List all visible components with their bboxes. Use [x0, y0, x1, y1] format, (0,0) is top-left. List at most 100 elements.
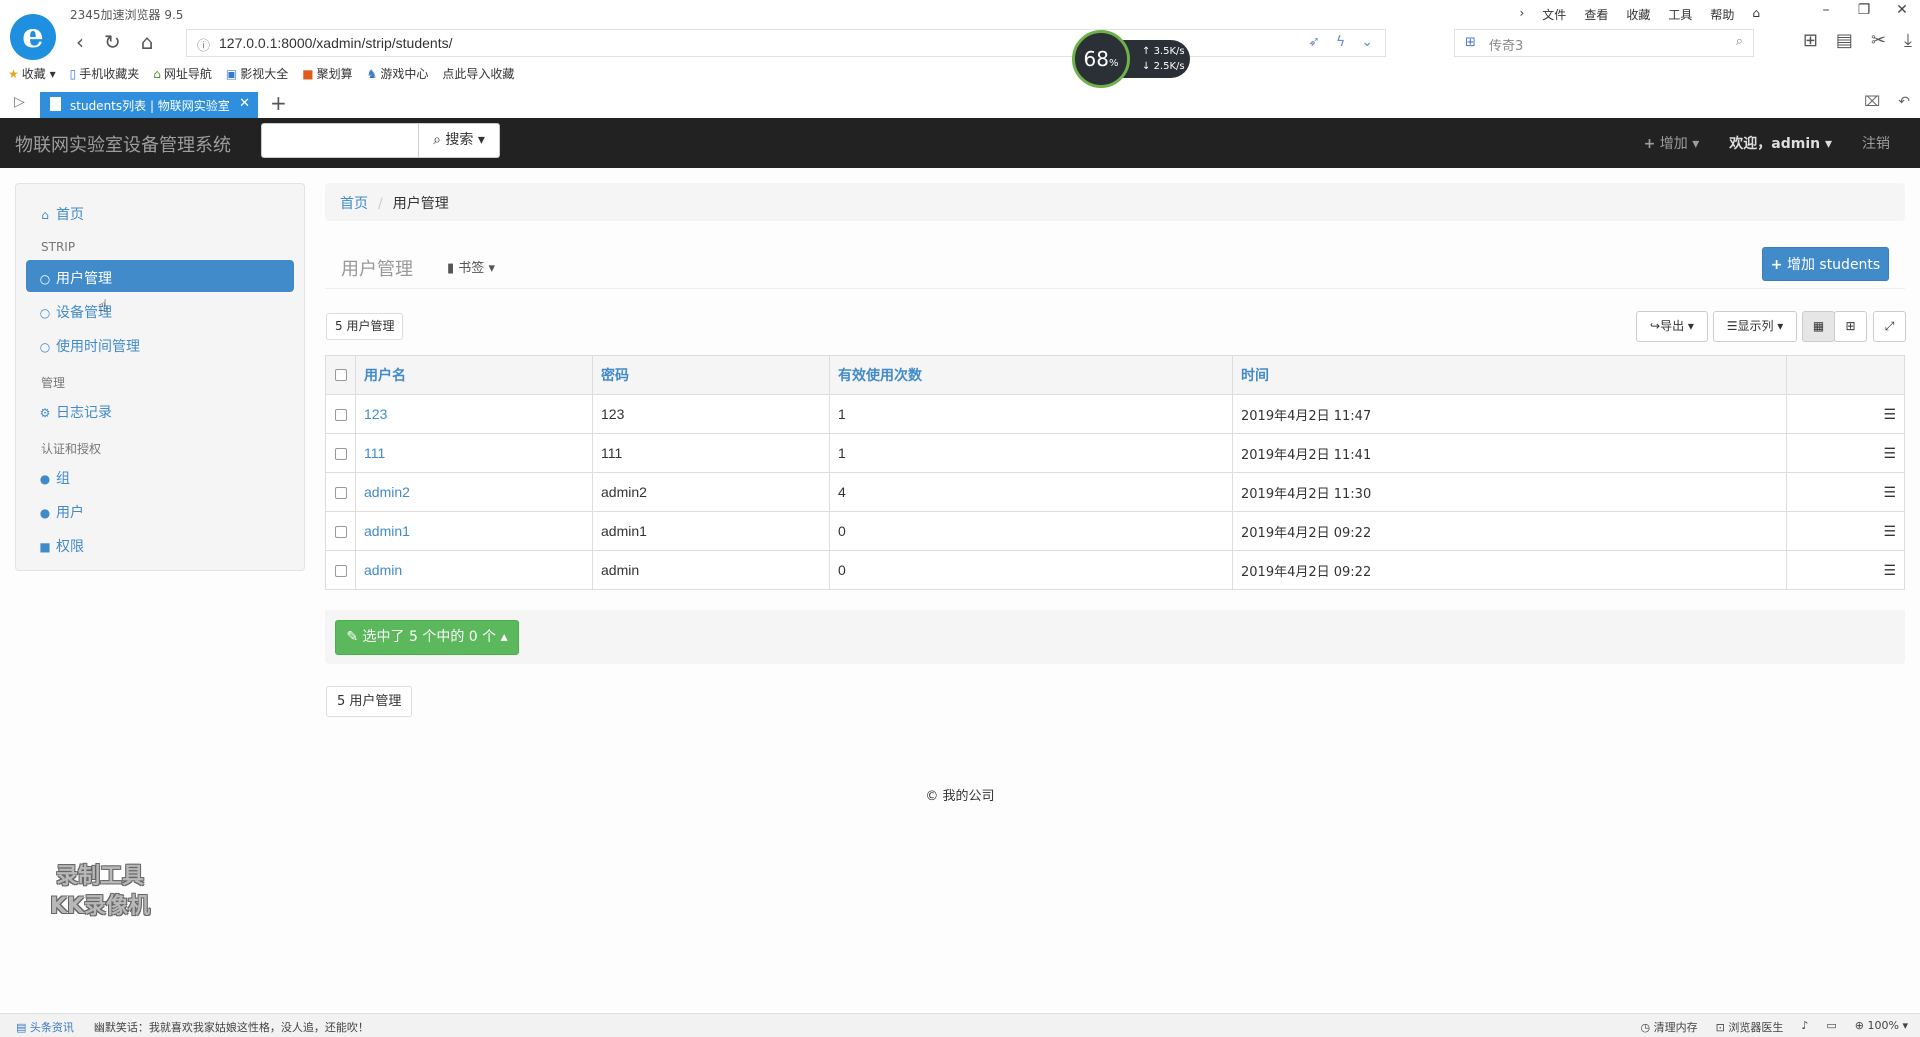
row-checkbox[interactable]	[334, 409, 347, 422]
menu-favorites[interactable]: 收藏	[1626, 6, 1650, 23]
col-password[interactable]: 密码	[592, 355, 830, 395]
network-speed-widget[interactable]: ↑ 3.5K/s ↓ 2.5K/s 68%	[1072, 30, 1192, 88]
menu-tools[interactable]: 工具	[1668, 6, 1692, 23]
menu-help[interactable]: 帮助	[1710, 6, 1734, 23]
clean-memory-button[interactable]: ◷ 清理内存	[1641, 1019, 1698, 1035]
bookmark-juhuasuan[interactable]: ■ 聚划算	[302, 65, 352, 82]
columns-dropdown[interactable]: ☰显示列 ▾	[1713, 311, 1797, 342]
window-controls: – ❐ ✕	[1816, 2, 1912, 18]
search-dropdown-button[interactable]: ⌕ 搜索 ▾	[418, 123, 500, 158]
row-checkbox[interactable]	[334, 526, 347, 539]
global-search-input[interactable]	[261, 123, 419, 158]
row-menu-icon[interactable]: ☰	[1786, 472, 1905, 512]
screenshot-icon[interactable]: ✂	[1871, 30, 1886, 51]
sidebar-toggle-icon[interactable]: ▷	[14, 94, 25, 110]
sidebar-item-usage-time[interactable]: ○ 使用时间管理	[26, 328, 294, 360]
bulk-action-dropdown[interactable]: ✎ 选中了 5 个中的 0 个 ▴	[335, 620, 519, 655]
site-info-icon[interactable]: ⓘ	[197, 35, 210, 54]
sidebar-item-users[interactable]: ○ 用户管理	[26, 260, 294, 292]
row-checkbox[interactable]	[334, 448, 347, 461]
refresh-icon[interactable]: ↻	[104, 30, 121, 54]
bookmark-video[interactable]: ▣ 影视大全	[226, 65, 288, 82]
lightning-icon[interactable]: ϟ	[1336, 34, 1345, 50]
restore-icon[interactable]: ❐	[1854, 2, 1874, 18]
address-url[interactable]: 127.0.0.1:8000/xadmin/strip/students/	[219, 35, 452, 51]
bookmark-nav[interactable]: ⌂ 网址导航	[153, 65, 212, 82]
download-icon[interactable]: ⤓	[1904, 30, 1912, 51]
chevron-down-icon[interactable]: ⌄	[1361, 34, 1373, 50]
speaker-icon[interactable]: ♪	[1801, 1019, 1808, 1035]
grid-view-button[interactable]: ⊞	[1834, 311, 1867, 342]
username-link[interactable]: 123	[364, 406, 387, 422]
row-menu-icon[interactable]: ☰	[1786, 433, 1905, 473]
recorder-watermark: 录制工具 KK录像机	[30, 862, 170, 924]
browser-search-query[interactable]: 传奇3	[1489, 35, 1523, 54]
row-checkbox[interactable]	[334, 565, 347, 578]
screen-icon[interactable]: ▭	[1826, 1019, 1836, 1035]
row-checkbox[interactable]	[334, 487, 347, 500]
apps-icon[interactable]: ⊞	[1803, 30, 1818, 51]
sidebar-item-permissions[interactable]: ■ 权限	[26, 528, 294, 560]
tab-students[interactable]: students列表 | 物联网实验室 ✕	[40, 92, 258, 118]
navbar-right: + 增加 ▾ 欢迎，admin ▾ 注销	[1644, 133, 1890, 153]
password-cell: admin	[592, 550, 830, 590]
fullscreen-button[interactable]: ⤢	[1873, 311, 1906, 342]
sidebar-item-home[interactable]: ⌂ 首页	[26, 196, 294, 228]
row-menu-icon[interactable]: ☰	[1786, 394, 1905, 434]
breadcrumb-home[interactable]: 首页	[340, 196, 368, 212]
zoom-level[interactable]: ⊕ 100% ▾	[1855, 1019, 1908, 1035]
close-window-icon[interactable]: ✕	[1892, 2, 1912, 18]
trash-icon[interactable]: ⌧	[1864, 94, 1880, 110]
bookmark-favorites[interactable]: ★ 收藏 ▾	[8, 65, 56, 82]
sidebar-item-log[interactable]: ⚙ 日志记录	[26, 394, 294, 426]
new-tab-icon[interactable]: +	[270, 91, 287, 115]
search-icon[interactable]: ⌕	[1736, 34, 1743, 49]
menu-file[interactable]: 文件	[1542, 6, 1566, 23]
close-tab-icon[interactable]: ✕	[239, 96, 250, 111]
sidebar-item-user[interactable]: ● 用户	[26, 494, 294, 526]
username-link[interactable]: admin	[364, 562, 402, 578]
add-students-button[interactable]: + 增加 students	[1762, 247, 1889, 281]
uses-cell: 0	[829, 550, 1233, 590]
row-menu-icon[interactable]: ☰	[1786, 550, 1905, 590]
menu-chevron-icon[interactable]: ›	[1519, 6, 1524, 23]
home-icon[interactable]: ⌂	[141, 30, 154, 54]
col-time[interactable]: 时间	[1232, 355, 1787, 395]
undo-icon[interactable]: ↶	[1898, 94, 1910, 110]
browser-search-box[interactable]: ⊞ 传奇3 ⌕	[1454, 29, 1754, 57]
col-uses[interactable]: 有效使用次数	[829, 355, 1233, 395]
reader-icon[interactable]: ▤	[1836, 30, 1853, 51]
table-view-button[interactable]: ▦	[1802, 311, 1835, 342]
menu-view[interactable]: 查看	[1584, 6, 1608, 23]
sidebar-item-groups[interactable]: ● 组	[26, 460, 294, 492]
user-dropdown[interactable]: 欢迎，admin ▾	[1729, 133, 1832, 153]
joke-ticker[interactable]: 幽默笑话：我就喜欢我家姑娘这性格，没人追，还能吹！	[94, 1019, 369, 1035]
username-link[interactable]: admin1	[364, 523, 410, 539]
upload-speed: ↑ 3.5K/s	[1142, 46, 1185, 57]
bookmark-games[interactable]: ♞ 游戏中心	[367, 65, 429, 82]
username-link[interactable]: admin2	[364, 484, 410, 500]
username-link[interactable]: 111	[364, 445, 385, 461]
minimize-icon[interactable]: –	[1816, 2, 1836, 18]
nav-add-dropdown[interactable]: + 增加 ▾	[1644, 133, 1700, 153]
export-dropdown[interactable]: ↪导出 ▾	[1636, 311, 1708, 342]
browser-doctor-button[interactable]: ⊡ 浏览器医生	[1716, 1019, 1784, 1035]
bookmark-dropdown[interactable]: ▮ 书签 ▾	[441, 255, 501, 278]
back-icon[interactable]: ‹	[76, 30, 84, 54]
logout-link[interactable]: 注销	[1862, 133, 1890, 153]
app-brand[interactable]: 物联网实验室设备管理系统	[15, 131, 231, 157]
news-link[interactable]: ▤ 头条资讯	[16, 1019, 74, 1035]
address-bar[interactable]: ⓘ 127.0.0.1:8000/xadmin/strip/students/ …	[186, 29, 1386, 57]
result-count-top: 5 用户管理	[326, 313, 404, 340]
select-all-checkbox[interactable]	[334, 369, 347, 381]
bookmark-import[interactable]: 点此导入收藏	[442, 65, 514, 82]
search-engine-icon[interactable]: ⊞	[1465, 35, 1476, 50]
skin-icon[interactable]: ⌂	[1752, 6, 1760, 23]
sidebar-item-devices[interactable]: ○ 设备管理	[26, 294, 294, 326]
col-username[interactable]: 用户名	[355, 355, 593, 395]
bookmarks-bar: ★ 收藏 ▾ ▯ 手机收藏夹 ⌂ 网址导航 ▣ 影视大全 ■ 聚划算 ♞ 游戏中心 点此导入…	[8, 65, 514, 82]
row-menu-icon[interactable]: ☰	[1786, 511, 1905, 551]
sidebar-section-auth: 认证和授权	[41, 442, 102, 456]
rocket-icon[interactable]: ➶	[1308, 34, 1320, 50]
bookmark-mobile[interactable]: ▯ 手机收藏夹	[70, 65, 140, 82]
